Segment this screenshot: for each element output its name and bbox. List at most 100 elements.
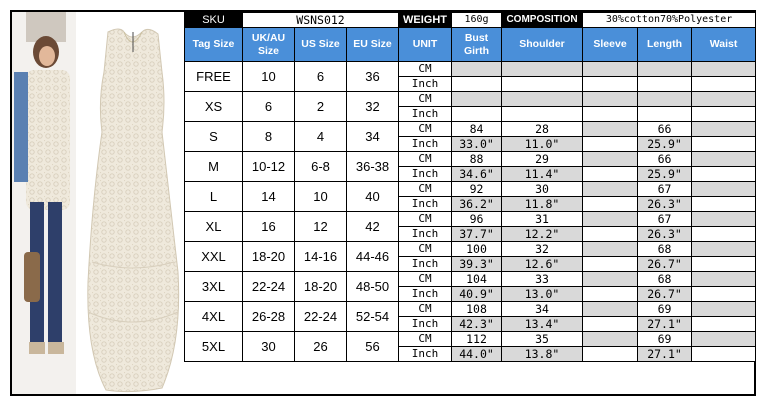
tag-size-cell: 4XL bbox=[184, 301, 243, 332]
us-size-cell: 6-8 bbox=[294, 151, 347, 182]
sleeve-cm-cell bbox=[582, 91, 639, 107]
bust-cm-cell: 112 bbox=[451, 331, 503, 347]
table-row: 4XL 26-28 22-24 52-54 CM 108 34 69 bbox=[184, 301, 757, 332]
length-inch-cell: 25.9" bbox=[637, 166, 693, 182]
shoulder-cm-cell: 29 bbox=[501, 151, 584, 167]
waist-inch-cell bbox=[691, 346, 757, 362]
shoulder-cm-cell: 30 bbox=[501, 181, 584, 197]
shoulder-inch-cell: 11.8" bbox=[501, 196, 584, 212]
shoulder-inch-cell: 11.0" bbox=[501, 136, 584, 152]
waist-cm-cell bbox=[691, 301, 757, 317]
table-row: L 14 10 40 CM 92 30 67 bbox=[184, 181, 757, 212]
unit-inch-cell: Inch bbox=[398, 316, 453, 332]
sleeve-inch-cell bbox=[582, 106, 639, 122]
length-inch-cell bbox=[637, 76, 693, 92]
sleeve-cm-cell bbox=[582, 151, 639, 167]
weight-value: 160g bbox=[451, 12, 503, 28]
bust-inch-cell: 33.0" bbox=[451, 136, 503, 152]
waist-inch-cell bbox=[691, 76, 757, 92]
waist-cm-cell bbox=[691, 121, 757, 137]
bust-cm-cell: 100 bbox=[451, 241, 503, 257]
table-row: FREE 10 6 36 CM bbox=[184, 61, 757, 92]
shoulder-inch-cell bbox=[501, 76, 584, 92]
sleeve-cm-cell bbox=[582, 241, 639, 257]
waist-cm-cell bbox=[691, 241, 757, 257]
unit-cm-cell: CM bbox=[398, 271, 453, 287]
bust-inch-cell: 39.3" bbox=[451, 256, 503, 272]
sleeve-cm-cell bbox=[582, 301, 639, 317]
tag-size-cell: XXL bbox=[184, 241, 243, 272]
bust-cm-cell: 92 bbox=[451, 181, 503, 197]
col-eu-size: EU Size bbox=[345, 27, 400, 62]
shoulder-cm-cell: 32 bbox=[501, 241, 584, 257]
bust-inch-cell: 40.9" bbox=[451, 286, 503, 302]
length-inch-cell: 25.9" bbox=[637, 136, 693, 152]
length-cm-cell: 66 bbox=[637, 151, 693, 167]
sleeve-inch-cell bbox=[582, 226, 639, 242]
sleeve-cm-cell bbox=[582, 271, 639, 287]
column-header-row: Tag Size UK/AU Size US Size EU Size UNIT… bbox=[184, 27, 757, 62]
col-unit: UNIT bbox=[398, 27, 453, 62]
uk-au-size-cell: 6 bbox=[242, 91, 295, 122]
shoulder-cm-cell bbox=[501, 61, 584, 77]
table-row: 5XL 30 26 56 CM 112 35 69 bbox=[184, 331, 757, 362]
bust-inch-cell: 34.6" bbox=[451, 166, 503, 182]
waist-cm-cell bbox=[691, 271, 757, 287]
tag-size-cell: XS bbox=[184, 91, 243, 122]
col-waist: Waist bbox=[691, 27, 757, 62]
uk-au-size-cell: 16 bbox=[242, 211, 295, 242]
bust-inch-cell bbox=[451, 76, 503, 92]
tag-size-cell: S bbox=[184, 121, 243, 152]
length-inch-cell bbox=[637, 106, 693, 122]
shoulder-cm-cell: 31 bbox=[501, 211, 584, 227]
us-size-cell: 2 bbox=[294, 91, 347, 122]
uk-au-size-cell: 26-28 bbox=[242, 301, 295, 332]
length-inch-cell: 26.7" bbox=[637, 256, 693, 272]
col-uk-au-size: UK/AU Size bbox=[242, 27, 295, 62]
unit-inch-cell: Inch bbox=[398, 136, 453, 152]
length-inch-cell: 26.7" bbox=[637, 286, 693, 302]
length-cm-cell bbox=[637, 61, 693, 77]
shoulder-cm-cell: 34 bbox=[501, 301, 584, 317]
size-chart-table: SKU WSNS012 WEIGHT 160g COMPOSITION 30%c… bbox=[184, 12, 757, 362]
col-bust-girth: Bust Girth bbox=[451, 27, 503, 62]
sleeve-cm-cell bbox=[582, 211, 639, 227]
sleeve-cm-cell bbox=[582, 121, 639, 137]
unit-inch-cell: Inch bbox=[398, 166, 453, 182]
waist-inch-cell bbox=[691, 166, 757, 182]
unit-cm-cell: CM bbox=[398, 91, 453, 107]
length-cm-cell: 67 bbox=[637, 211, 693, 227]
sku-label: SKU bbox=[184, 12, 243, 28]
eu-size-cell: 44-46 bbox=[345, 241, 400, 272]
bust-cm-cell bbox=[451, 91, 503, 107]
waist-cm-cell bbox=[691, 91, 757, 107]
uk-au-size-cell: 30 bbox=[242, 331, 295, 362]
unit-inch-cell: Inch bbox=[398, 196, 453, 212]
sleeve-inch-cell bbox=[582, 196, 639, 212]
eu-size-cell: 32 bbox=[345, 91, 400, 122]
uk-au-size-cell: 8 bbox=[242, 121, 295, 152]
eu-size-cell: 56 bbox=[345, 331, 400, 362]
bust-inch-cell: 42.3" bbox=[451, 316, 503, 332]
unit-inch-cell: Inch bbox=[398, 256, 453, 272]
length-cm-cell: 66 bbox=[637, 121, 693, 137]
unit-inch-cell: Inch bbox=[398, 226, 453, 242]
eu-size-cell: 36 bbox=[345, 61, 400, 92]
waist-inch-cell bbox=[691, 106, 757, 122]
waist-inch-cell bbox=[691, 316, 757, 332]
lace-dress-image bbox=[12, 12, 180, 394]
shoulder-cm-cell: 33 bbox=[501, 271, 584, 287]
col-tag-size: Tag Size bbox=[184, 27, 243, 62]
sku-value: WSNS012 bbox=[241, 12, 400, 28]
length-inch-cell: 26.3" bbox=[637, 196, 693, 212]
us-size-cell: 26 bbox=[294, 331, 347, 362]
waist-inch-cell bbox=[691, 256, 757, 272]
length-inch-cell: 26.3" bbox=[637, 226, 693, 242]
waist-inch-cell bbox=[691, 196, 757, 212]
length-cm-cell: 68 bbox=[637, 271, 693, 287]
us-size-cell: 22-24 bbox=[294, 301, 347, 332]
uk-au-size-cell: 18-20 bbox=[242, 241, 295, 272]
bust-cm-cell: 104 bbox=[451, 271, 503, 287]
weight-label: WEIGHT bbox=[398, 12, 453, 28]
length-inch-cell: 27.1" bbox=[637, 316, 693, 332]
